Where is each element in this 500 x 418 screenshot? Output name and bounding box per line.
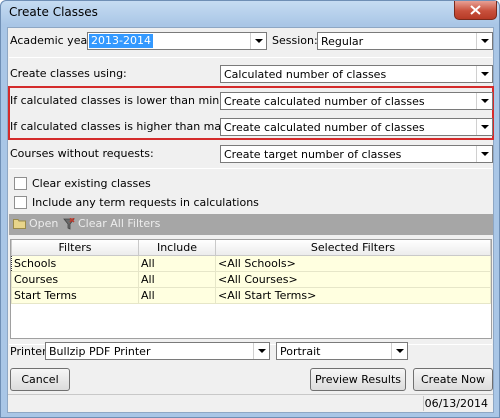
- include-term-label: Include any term requests in calculation…: [32, 196, 259, 209]
- printer-value: Bullzip PDF Printer: [49, 345, 151, 358]
- title-bar[interactable]: Create Classes: [1, 1, 499, 25]
- clear-all-filters-label: Clear All Filters: [78, 217, 161, 230]
- chevron-down-icon[interactable]: [250, 33, 266, 49]
- create-classes-window: Create Classes Academic year: 2013-2014 …: [0, 0, 500, 418]
- filter-name-cell[interactable]: Courses: [11, 270, 139, 288]
- create-using-select[interactable]: Calculated number of classes: [220, 65, 493, 83]
- academic-year-value: 2013-2014: [89, 34, 153, 48]
- preview-results-button[interactable]: Preview Results: [310, 368, 406, 391]
- table-row[interactable]: Start Terms All <All Start Terms>: [11, 286, 491, 304]
- create-using-label: Create classes using:: [10, 67, 127, 80]
- academic-year-select[interactable]: 2013-2014: [87, 32, 267, 50]
- selected-filter-cell[interactable]: <All Start Terms>: [215, 286, 491, 304]
- clear-existing-label: Clear existing classes: [32, 177, 151, 190]
- status-date: 06/13/2014: [423, 396, 491, 411]
- chevron-down-icon[interactable]: [476, 146, 492, 162]
- orientation-select[interactable]: Portrait: [276, 342, 408, 360]
- create-now-button[interactable]: Create Now: [413, 368, 493, 391]
- include-cell[interactable]: All: [138, 254, 216, 272]
- include-cell[interactable]: All: [138, 270, 216, 288]
- filter-name-cell[interactable]: Start Terms: [11, 286, 139, 304]
- filters-grid: Filters Include Selected Filters Schools…: [10, 239, 492, 339]
- divider: [9, 57, 492, 58]
- printer-select[interactable]: Bullzip PDF Printer: [45, 342, 270, 360]
- filter-name-cell[interactable]: Schools: [11, 254, 139, 272]
- open-button[interactable]: Open: [13, 217, 58, 230]
- cancel-button[interactable]: Cancel: [10, 368, 70, 391]
- chevron-down-icon[interactable]: [253, 343, 269, 359]
- without-requests-select[interactable]: Create target number of classes: [220, 145, 493, 163]
- chevron-down-icon[interactable]: [391, 343, 407, 359]
- filter-toolbar: Open Clear All Filters: [9, 214, 493, 235]
- selected-filter-cell[interactable]: <All Schools>: [215, 254, 491, 272]
- folder-icon: [13, 219, 26, 229]
- lower-than-min-value: Create calculated number of classes: [224, 95, 425, 108]
- lower-than-min-label: If calculated classes is lower than mini…: [10, 94, 255, 107]
- without-requests-value: Create target number of classes: [224, 148, 402, 161]
- table-row[interactable]: Courses All <All Courses>: [11, 270, 491, 288]
- chevron-down-icon[interactable]: [476, 66, 492, 82]
- lower-than-min-select[interactable]: Create calculated number of classes: [220, 92, 493, 110]
- higher-than-max-select[interactable]: Create calculated number of classes: [220, 118, 493, 136]
- session-value: Regular: [321, 35, 364, 48]
- academic-year-label: Academic year:: [10, 34, 96, 47]
- include-cell[interactable]: All: [138, 286, 216, 304]
- selected-filter-cell[interactable]: <All Courses>: [215, 270, 491, 288]
- window-title: Create Classes: [9, 5, 98, 19]
- chevron-down-icon[interactable]: [476, 93, 492, 109]
- higher-than-max-value: Create calculated number of classes: [224, 121, 425, 134]
- column-header-filters[interactable]: Filters: [11, 240, 139, 256]
- session-label: Session:: [272, 34, 318, 47]
- column-header-selected-filters[interactable]: Selected Filters: [215, 240, 491, 256]
- chevron-down-icon[interactable]: [476, 33, 492, 49]
- status-bar: 06/13/2014: [8, 394, 493, 412]
- without-requests-label: Courses without requests:: [10, 147, 154, 160]
- table-row[interactable]: Schools All <All Schools>: [11, 254, 491, 272]
- column-header-include[interactable]: Include: [138, 240, 216, 256]
- chevron-down-icon[interactable]: [476, 119, 492, 135]
- clear-all-filters-button[interactable]: Clear All Filters: [63, 217, 160, 230]
- filter-clear-icon: [63, 217, 75, 230]
- dialog-body: Academic year: 2013-2014 Session: Regula…: [7, 27, 494, 413]
- include-term-checkbox[interactable]: [14, 196, 27, 209]
- close-icon: [470, 5, 481, 15]
- orientation-value: Portrait: [280, 345, 321, 358]
- create-using-value: Calculated number of classes: [224, 68, 387, 81]
- open-label: Open: [29, 217, 59, 230]
- close-button[interactable]: [454, 1, 497, 20]
- clear-existing-checkbox[interactable]: [14, 177, 27, 190]
- divider: [9, 168, 492, 169]
- session-select[interactable]: Regular: [317, 32, 493, 50]
